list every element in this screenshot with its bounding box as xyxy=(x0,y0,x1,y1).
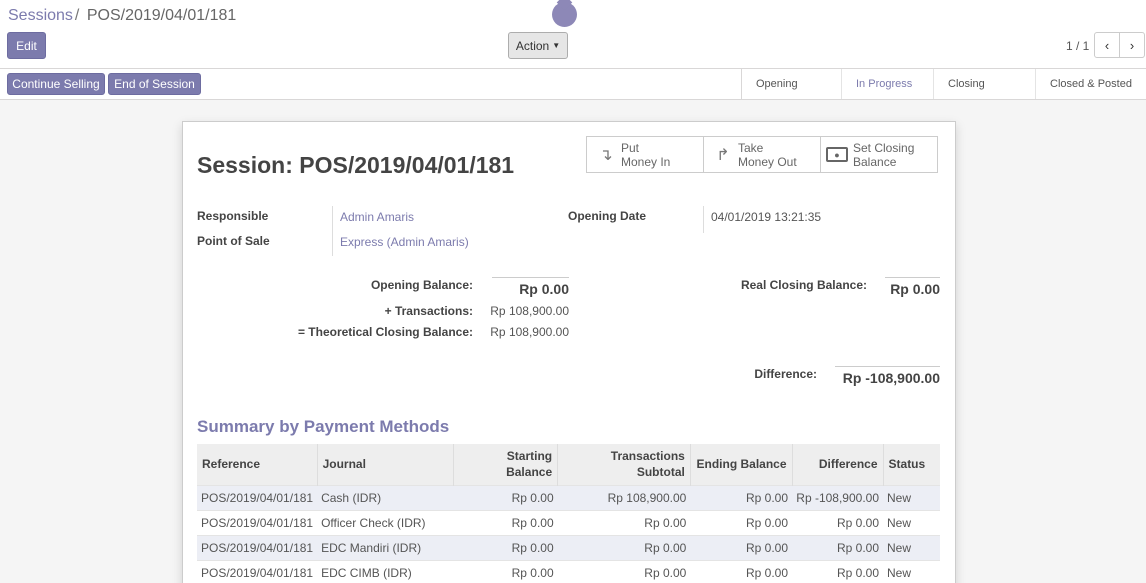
cell-status: New xyxy=(883,559,940,583)
table-row[interactable]: POS/2019/04/01/181 Officer Check (IDR) R… xyxy=(197,509,940,535)
cell-journal: EDC CIMB (IDR) xyxy=(317,559,454,583)
opening-date-value: 04/01/2019 13:21:35 xyxy=(711,210,822,224)
divider xyxy=(332,206,333,256)
theoretical-closing-value: Rp 108,900.00 xyxy=(490,325,569,339)
cell-status: New xyxy=(883,484,940,510)
cell-journal: EDC Mandiri (IDR) xyxy=(317,534,454,560)
transactions-label: + Transactions: xyxy=(384,304,473,318)
level-down-icon: ↴ xyxy=(599,146,613,164)
cell-ending-balance: Rp 0.00 xyxy=(690,484,793,510)
divider xyxy=(492,277,569,278)
cell-transactions-subtotal: Rp 0.00 xyxy=(557,509,691,535)
difference-value: Rp -108,900.00 xyxy=(842,370,940,386)
set-closing-balance-button[interactable]: ● Set Closing Balance xyxy=(820,136,938,173)
continue-selling-button[interactable]: Continue Selling xyxy=(7,73,105,95)
chevron-right-icon: › xyxy=(1129,37,1135,53)
form-sheet: ↴ Put Money In ↱ Take Money Out ● Set Clos… xyxy=(182,121,956,583)
cell-difference: Rp 0.00 xyxy=(792,559,884,583)
table-header-row: Reference Journal Starting Balance Trans… xyxy=(197,444,940,485)
caret-down-icon: ▼ xyxy=(552,41,561,50)
cell-journal: Officer Check (IDR) xyxy=(317,509,454,535)
chevron-left-icon: ‹ xyxy=(1104,37,1110,53)
level-up-icon: ↱ xyxy=(716,146,730,164)
cell-ending-balance: Rp 0.00 xyxy=(690,534,793,560)
column-header-journal[interactable]: Journal xyxy=(316,444,454,485)
point-of-sale-label: Point of Sale xyxy=(197,234,270,248)
point-of-sale-value-link[interactable]: Express (Admin Amaris) xyxy=(340,235,469,249)
action-dropdown-button[interactable]: Action ▼ xyxy=(508,32,568,59)
breadcrumb: Sessions / POS/2019/04/01/181 xyxy=(8,7,236,25)
edit-button[interactable]: Edit xyxy=(7,32,46,59)
stage-in-progress: In Progress xyxy=(842,69,934,99)
money-icon: ● xyxy=(826,147,848,162)
page-title: Session: POS/2019/04/01/181 xyxy=(197,152,515,178)
button-box: ↴ Put Money In ↱ Take Money Out ● Set Clos… xyxy=(586,136,938,173)
column-header-ending-balance[interactable]: Ending Balance xyxy=(689,444,793,485)
breadcrumb-sessions-link[interactable]: Sessions xyxy=(8,7,73,24)
summary-section-title: Summary by Payment Methods xyxy=(197,417,450,436)
cell-transactions-subtotal: Rp 0.00 xyxy=(557,534,691,560)
real-closing-balance-label: Real Closing Balance: xyxy=(740,278,867,292)
divider xyxy=(885,277,940,278)
end-of-session-button[interactable]: End of Session xyxy=(108,73,201,95)
put-money-in-button[interactable]: ↴ Put Money In xyxy=(586,136,704,173)
cell-starting-balance: Rp 0.00 xyxy=(453,484,558,510)
real-closing-balance-value: Rp 0.00 xyxy=(890,281,940,297)
column-header-starting-balance[interactable]: Starting Balance xyxy=(453,444,558,485)
column-header-reference[interactable]: Reference xyxy=(197,444,318,485)
opening-balance-value: Rp 0.00 xyxy=(519,281,569,297)
cell-transactions-subtotal: Rp 108,900.00 xyxy=(557,484,691,510)
cell-reference: POS/2019/04/01/181 xyxy=(197,534,318,560)
action-label: Action xyxy=(515,38,550,53)
cell-starting-balance: Rp 0.00 xyxy=(453,559,558,583)
cell-reference: POS/2019/04/01/181 xyxy=(197,509,318,535)
opening-balance-label: Opening Balance: xyxy=(370,278,473,292)
theoretical-closing-label: = Theoretical Closing Balance: xyxy=(297,325,473,339)
opening-date-label: Opening Date xyxy=(568,209,647,223)
stage-opening-control: Opening Control xyxy=(742,69,842,120)
breadcrumb-current: POS/2019/04/01/181 xyxy=(86,7,237,24)
statusbar: Continue Selling End of Session Opening … xyxy=(0,69,1146,120)
stage-closing-control: Closing Control xyxy=(934,69,1036,120)
responsible-label: Responsible xyxy=(197,209,269,223)
pager-next-button[interactable]: › xyxy=(1119,32,1145,58)
cell-ending-balance: Rp 0.00 xyxy=(690,509,793,535)
payment-methods-table: Reference Journal Starting Balance Trans… xyxy=(197,444,940,583)
loading-indicator-icon xyxy=(552,2,577,27)
set-closing-balance-label: Set Closing Balance xyxy=(853,140,915,169)
cell-ending-balance: Rp 0.00 xyxy=(690,559,793,583)
column-header-status[interactable]: Status xyxy=(882,444,940,485)
pager-value[interactable]: 1 / 1 xyxy=(1066,39,1089,53)
cell-reference: POS/2019/04/01/181 xyxy=(197,484,318,510)
table-row[interactable]: POS/2019/04/01/181 EDC CIMB (IDR) Rp 0.0… xyxy=(197,559,940,583)
cell-transactions-subtotal: Rp 0.00 xyxy=(557,559,691,583)
cell-status: New xyxy=(883,534,940,560)
cell-starting-balance: Rp 0.00 xyxy=(453,534,558,560)
difference-label: Difference: xyxy=(754,367,817,381)
column-header-transactions-subtotal[interactable]: Transactions Subtotal xyxy=(557,444,691,485)
table-row[interactable]: POS/2019/04/01/181 EDC Mandiri (IDR) Rp … xyxy=(197,534,940,560)
column-header-difference[interactable]: Difference xyxy=(791,444,884,485)
cell-difference: Rp -108,900.00 xyxy=(792,484,884,510)
stage-closed-posted: Closed & Posted xyxy=(1036,69,1146,99)
cell-difference: Rp 0.00 xyxy=(792,509,884,535)
take-money-out-label: Take Money Out xyxy=(738,140,797,169)
status-stages: Opening Control In Progress Closing Cont… xyxy=(741,69,1146,120)
take-money-out-button[interactable]: ↱ Take Money Out xyxy=(703,136,821,173)
responsible-value-link[interactable]: Admin Amaris xyxy=(340,210,414,224)
pager-previous-button[interactable]: ‹ xyxy=(1094,32,1120,58)
divider xyxy=(835,366,940,367)
breadcrumb-separator: / xyxy=(74,7,80,24)
cell-journal: Cash (IDR) xyxy=(317,484,454,510)
transactions-value: Rp 108,900.00 xyxy=(490,304,569,318)
control-panel: Sessions / POS/2019/04/01/181 Edit Action… xyxy=(0,0,1146,69)
put-money-in-label: Put Money In xyxy=(621,140,671,169)
cell-status: New xyxy=(883,509,940,535)
cell-difference: Rp 0.00 xyxy=(792,534,884,560)
cell-reference: POS/2019/04/01/181 xyxy=(197,559,318,583)
table-row[interactable]: POS/2019/04/01/181 Cash (IDR) Rp 0.00 Rp… xyxy=(197,484,940,510)
divider xyxy=(703,206,704,233)
cell-starting-balance: Rp 0.00 xyxy=(453,509,558,535)
